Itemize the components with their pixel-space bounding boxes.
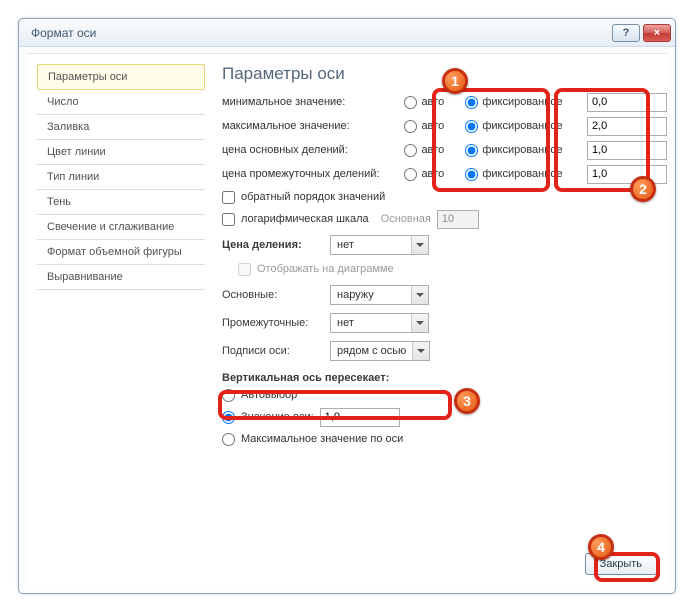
cross-max-label: Максимальное значение по оси <box>241 433 403 445</box>
minor-unit-label: цена промежуточных делений: <box>222 168 398 180</box>
cross-auto-label: Автовыбор <box>241 389 297 401</box>
unit-combo[interactable]: нет <box>330 235 429 255</box>
log-checkbox[interactable] <box>222 213 235 226</box>
marker-3: 3 <box>454 388 480 414</box>
ticklabels-row: Подписи оси: рядом с осью <box>222 338 667 364</box>
min-fixed-radio[interactable] <box>465 96 478 109</box>
min-auto-label: авто <box>421 96 444 108</box>
minor-auto-radio[interactable] <box>404 168 417 181</box>
major-unit-label: цена основных делений: <box>222 144 398 156</box>
row-min: минимальное значение: авто фиксированное <box>222 90 667 114</box>
max-label: максимальное значение: <box>222 120 398 132</box>
main-panel: Параметры оси минимальное значение: авто… <box>222 64 667 585</box>
row-max: максимальное значение: авто фиксированно… <box>222 114 667 138</box>
log-label: логарифмическая шкала <box>241 213 369 225</box>
unit-row: Цена деления: нет <box>222 232 667 258</box>
max-auto-radio[interactable] <box>404 120 417 133</box>
client-area: Параметры оси Число Заливка Цвет линии Т… <box>27 53 667 585</box>
chevron-down-icon <box>411 314 428 332</box>
major-auto-radio[interactable] <box>404 144 417 157</box>
min-label: минимальное значение: <box>222 96 398 108</box>
help-button[interactable]: ? <box>612 24 640 42</box>
minor-fixed-radio[interactable] <box>465 168 478 181</box>
min-value-input[interactable] <box>587 93 667 112</box>
sidebar: Параметры оси Число Заливка Цвет линии Т… <box>37 64 205 290</box>
cross-max-row: Максимальное значение по оси <box>222 428 667 450</box>
cross-value-radio[interactable] <box>222 411 235 424</box>
row-major: цена основных делений: авто фиксированно… <box>222 138 667 162</box>
minor-tick-label: Промежуточные: <box>222 317 322 329</box>
minor-tick-row: Промежуточные: нет <box>222 310 667 336</box>
unit-value: нет <box>331 239 411 251</box>
major-fixed-radio[interactable] <box>465 144 478 157</box>
ticklabels-value: рядом с осью <box>331 345 412 357</box>
minor-value-input[interactable] <box>587 165 667 184</box>
ticklabels-combo[interactable]: рядом с осью <box>330 341 430 361</box>
sidebar-item-number[interactable]: Число <box>37 90 205 115</box>
major-tick-label: Основные: <box>222 289 322 301</box>
ticklabels-label: Подписи оси: <box>222 345 322 357</box>
major-tick-row: Основные: наружу <box>222 282 667 308</box>
max-value-input[interactable] <box>587 117 667 136</box>
max-fixed-label: фиксированное <box>482 120 562 132</box>
minor-auto-label: авто <box>421 168 444 180</box>
chevron-down-icon <box>411 236 428 254</box>
major-fixed-label: фиксированное <box>482 144 562 156</box>
reverse-label: обратный порядок значений <box>241 191 385 203</box>
minor-tick-value: нет <box>331 317 411 329</box>
cross-value-input[interactable] <box>320 408 400 427</box>
cross-header: Вертикальная ось пересекает: <box>222 372 667 384</box>
sidebar-item-3d[interactable]: Формат объемной фигуры <box>37 240 205 265</box>
show-on-chart-label: Отображать на диаграмме <box>257 263 394 275</box>
window-title: Формат оси <box>31 26 609 40</box>
window-close-button[interactable]: × <box>643 24 671 42</box>
sidebar-item-shadow[interactable]: Тень <box>37 190 205 215</box>
sidebar-item-fill[interactable]: Заливка <box>37 115 205 140</box>
major-tick-value: наружу <box>331 289 411 301</box>
titlebar: Формат оси ? × <box>19 19 675 47</box>
major-value-input[interactable] <box>587 141 667 160</box>
cross-auto-row: Автовыбор <box>222 384 667 406</box>
show-on-chart-checkbox <box>238 263 251 276</box>
minor-tick-combo[interactable]: нет <box>330 313 429 333</box>
sidebar-item-line-color[interactable]: Цвет линии <box>37 140 205 165</box>
reverse-row: обратный порядок значений <box>222 186 667 208</box>
min-fixed-label: фиксированное <box>482 96 562 108</box>
cross-auto-radio[interactable] <box>222 389 235 402</box>
sidebar-item-align[interactable]: Выравнивание <box>37 265 205 290</box>
log-base-input <box>437 210 479 229</box>
cross-value-label: Значение оси: <box>241 411 314 423</box>
marker-1: 1 <box>442 68 468 94</box>
max-auto-label: авто <box>421 120 444 132</box>
min-auto-radio[interactable] <box>404 96 417 109</box>
sidebar-item-glow[interactable]: Свечение и сглаживание <box>37 215 205 240</box>
reverse-checkbox[interactable] <box>222 191 235 204</box>
log-row: логарифмическая шкала Основная <box>222 208 667 230</box>
chevron-down-icon <box>411 286 428 304</box>
marker-2: 2 <box>630 176 656 202</box>
major-auto-label: авто <box>421 144 444 156</box>
sidebar-item-axis-options[interactable]: Параметры оси <box>37 64 205 90</box>
minor-fixed-label: фиксированное <box>482 168 562 180</box>
show-on-chart-row: Отображать на диаграмме <box>238 258 667 280</box>
dialog-window: Формат оси ? × Параметры оси Число Залив… <box>18 18 676 594</box>
cross-max-radio[interactable] <box>222 433 235 446</box>
max-fixed-radio[interactable] <box>465 120 478 133</box>
sidebar-item-line-type[interactable]: Тип линии <box>37 165 205 190</box>
unit-label: Цена деления: <box>222 239 322 251</box>
cross-value-row: Значение оси: <box>222 406 667 428</box>
marker-4: 4 <box>588 534 614 560</box>
chevron-down-icon <box>412 342 429 360</box>
major-tick-combo[interactable]: наружу <box>330 285 429 305</box>
log-base-label: Основная <box>381 213 431 225</box>
row-minor: цена промежуточных делений: авто фиксиро… <box>222 162 667 186</box>
